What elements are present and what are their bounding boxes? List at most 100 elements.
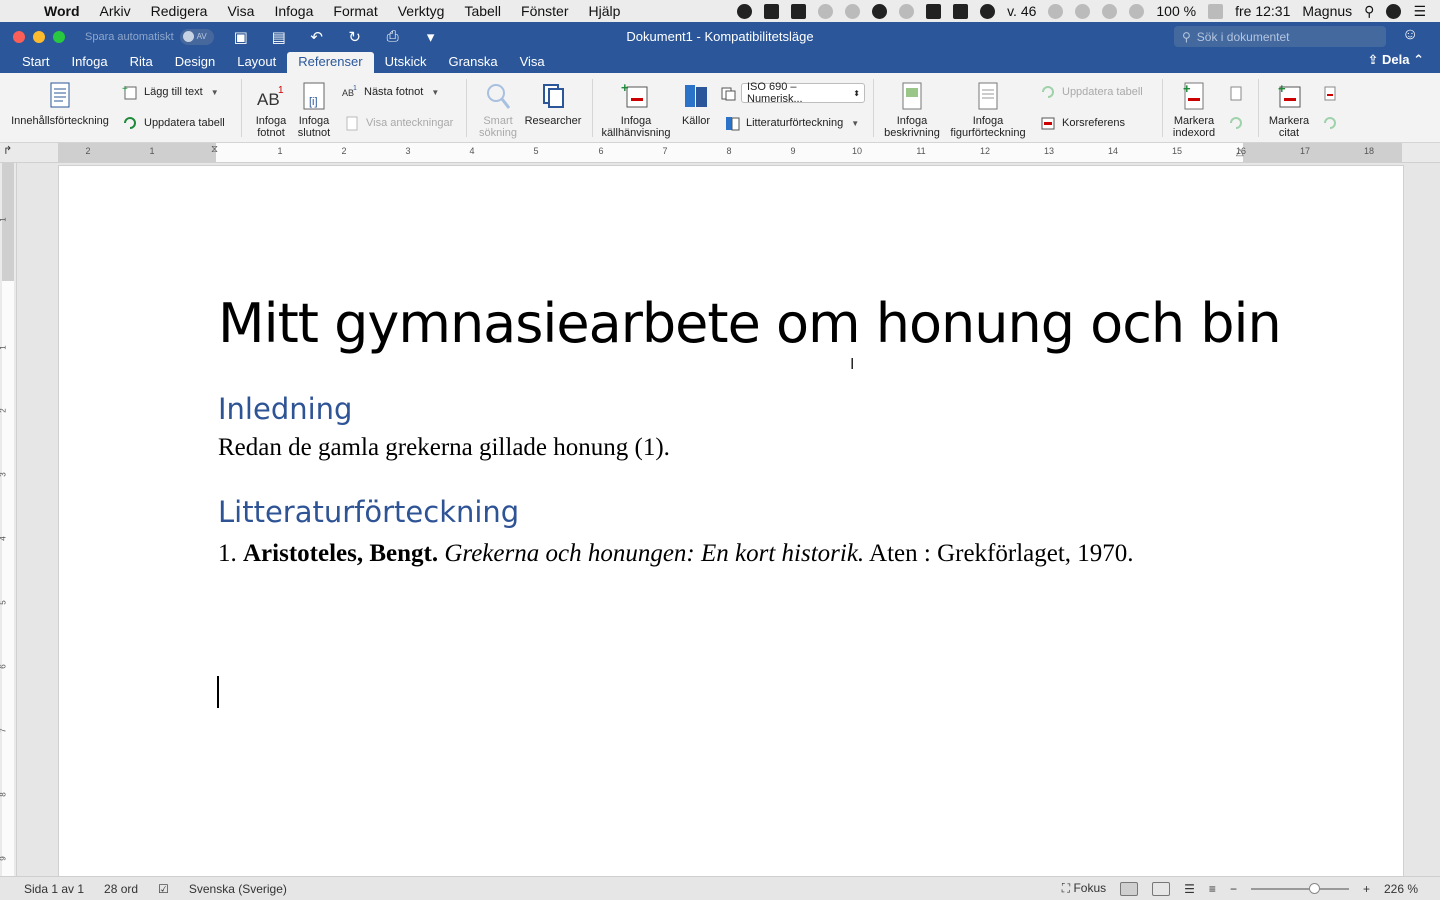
tab-visa[interactable]: Visa	[509, 52, 556, 73]
proofing-icon[interactable]: ☑	[158, 882, 169, 896]
heading-litteraturforteckning[interactable]: Litteraturförteckning	[218, 495, 519, 529]
right-indent-marker[interactable]: △	[1236, 147, 1244, 158]
dropbox-icon[interactable]	[899, 3, 915, 19]
battery-icon[interactable]	[1208, 3, 1224, 19]
zoom-slider-knob[interactable]	[1308, 882, 1320, 894]
menu-word[interactable]: Word	[40, 3, 90, 19]
outline-view-icon[interactable]: ☰	[1184, 882, 1195, 896]
spotlight-icon[interactable]: ⚲	[1364, 3, 1374, 20]
citation-style-dropdown[interactable]: ISO 690 – Numerisk... ⬍	[741, 81, 865, 105]
notification-center-icon[interactable]: ☰	[1413, 3, 1426, 20]
customize-toolbar-icon[interactable]: ▾	[420, 28, 442, 46]
researcher-button[interactable]: Researcher	[522, 73, 584, 127]
cast-icon[interactable]	[926, 3, 942, 19]
tab-rita[interactable]: Rita	[119, 52, 164, 73]
adobe-icon[interactable]	[764, 3, 780, 19]
vpn-icon[interactable]	[980, 3, 996, 19]
battery-percent[interactable]: 100 %	[1156, 3, 1196, 19]
feedback-smiley-icon[interactable]: ☺	[1402, 26, 1418, 44]
insert-table-of-authorities-icon[interactable]	[1322, 85, 1338, 101]
print-layout-view-button[interactable]	[1120, 881, 1139, 896]
print-icon[interactable]: ⎙	[382, 28, 404, 45]
insert-table-of-figures-button[interactable]: Infoga figurförteckning	[946, 73, 1030, 139]
zoom-window-button[interactable]	[53, 30, 65, 43]
insert-index-icon[interactable]	[1228, 85, 1244, 101]
wifi-icon[interactable]	[1102, 3, 1118, 19]
menu-hjalp[interactable]: Hjälp	[579, 3, 631, 19]
tab-start[interactable]: Start	[11, 52, 60, 73]
cloud-icon[interactable]	[872, 3, 888, 19]
show-notes-button[interactable]: Visa anteckningar	[344, 114, 453, 132]
menu-format[interactable]: Format	[323, 3, 387, 19]
heading-inledning[interactable]: Inledning	[218, 392, 352, 426]
menu-fonster[interactable]: Fönster	[511, 3, 578, 19]
menu-arkiv[interactable]: Arkiv	[90, 3, 141, 19]
draft-view-icon[interactable]: ≡	[1209, 882, 1216, 896]
next-footnote-button[interactable]: AB 1 Nästa fotnot ▼	[342, 83, 439, 101]
grid-icon[interactable]	[953, 3, 969, 19]
table-of-contents-button[interactable]: Innehållsförteckning	[8, 73, 112, 127]
update-table-of-authorities-icon[interactable]	[1322, 115, 1338, 131]
menu-tabell[interactable]: Tabell	[454, 3, 511, 19]
menu-visa[interactable]: Visa	[217, 3, 264, 19]
page-count[interactable]: Sida 1 av 1	[24, 882, 84, 896]
tab-layout[interactable]: Layout	[226, 52, 287, 73]
insert-caption-button[interactable]: Infoga beskrivning	[880, 73, 944, 139]
menu-infoga[interactable]: Infoga	[264, 3, 323, 19]
share-button[interactable]: ⇪ Dela ⌃	[1368, 52, 1425, 68]
sources-button[interactable]: Källor	[676, 73, 716, 127]
time-machine-icon[interactable]	[1048, 3, 1064, 19]
volume-icon[interactable]	[1129, 3, 1145, 19]
document-canvas[interactable]: Mitt gymnasiearbete om honung och bin In…	[17, 163, 1440, 876]
status-icon[interactable]	[737, 3, 753, 19]
bibliography-entry[interactable]: 1. Aristoteles, Bengt. Grekerna och honu…	[218, 538, 1198, 570]
vertical-ruler[interactable]: 1 1 2 3 4 5 6 7 8 9	[0, 163, 17, 876]
zoom-out-button[interactable]: −	[1230, 882, 1237, 896]
zoom-slider[interactable]	[1250, 882, 1349, 894]
insert-endnote-button[interactable]: [i] Infoga slutnot	[293, 73, 335, 139]
focus-button[interactable]: ⛶ Fokus	[1062, 881, 1106, 896]
brightness-icon[interactable]	[818, 3, 834, 19]
horizontal-ruler[interactable]: ↱ 2 1 1 2 3 4 5 6 7 8 9 10 11 12 13 14 1…	[0, 143, 1440, 163]
menu-redigera[interactable]: Redigera	[141, 3, 218, 19]
mark-citation-button[interactable]: + Markera citat	[1264, 73, 1314, 139]
display-icon[interactable]	[791, 3, 807, 19]
minimize-window-button[interactable]	[33, 30, 45, 43]
zoom-in-button[interactable]: +	[1363, 882, 1370, 896]
user-name[interactable]: Magnus	[1302, 3, 1352, 19]
update-index-icon[interactable]	[1228, 115, 1244, 131]
siri-icon[interactable]	[1386, 3, 1402, 19]
clock[interactable]: fre 12:31	[1235, 3, 1290, 19]
search-document-field[interactable]: ⚲ Sök i dokumentet	[1174, 26, 1386, 47]
insert-citation-button[interactable]: + Infoga källhänvisning	[598, 73, 674, 139]
left-indent-marker[interactable]: ⧖	[211, 144, 218, 155]
insert-footnote-button[interactable]: AB 1 Infoga fotnot	[250, 73, 292, 139]
tab-design[interactable]: Design	[164, 52, 226, 73]
bibliography-button[interactable]: Litteraturförteckning ▼	[724, 114, 859, 132]
add-text-button[interactable]: + Lägg till text ▼	[122, 83, 219, 101]
update-table-button[interactable]: Uppdatera tabell	[122, 114, 225, 132]
tab-referenser[interactable]: Referenser	[287, 52, 374, 73]
web-layout-view-button[interactable]	[1152, 881, 1171, 896]
save-icon[interactable]: ▤	[268, 28, 290, 46]
week-number[interactable]: v. 46	[1007, 3, 1036, 19]
undo-icon[interactable]: ↶	[306, 28, 328, 46]
sidebar-toggle-icon[interactable]: ▣	[230, 28, 252, 46]
tab-stop-selector-icon[interactable]: ↱	[3, 144, 12, 157]
autosave-toggle[interactable]: AV	[179, 28, 214, 45]
word-count[interactable]: 28 ord	[104, 882, 138, 896]
mark-entry-button[interactable]: + Markera indexord	[1168, 73, 1220, 139]
tab-granska[interactable]: Granska	[437, 52, 508, 73]
redo-icon[interactable]: ↻	[344, 28, 366, 46]
tab-infoga[interactable]: Infoga	[60, 52, 118, 73]
magic-icon[interactable]	[845, 3, 861, 19]
cross-reference-button[interactable]: Korsreferens	[1040, 114, 1125, 132]
smart-search-button[interactable]: Smart sökning	[476, 73, 520, 139]
body-paragraph[interactable]: Redan de gamla grekerna gillade honung (…	[218, 434, 670, 462]
update-table-of-figures-button[interactable]: Uppdatera tabell	[1040, 83, 1143, 101]
document-page[interactable]: Mitt gymnasiearbete om honung och bin In…	[58, 165, 1404, 876]
tab-utskick[interactable]: Utskick	[374, 52, 438, 73]
menu-verktyg[interactable]: Verktyg	[388, 3, 455, 19]
close-window-button[interactable]	[13, 30, 25, 43]
language-indicator[interactable]: Svenska (Sverige)	[189, 882, 287, 896]
